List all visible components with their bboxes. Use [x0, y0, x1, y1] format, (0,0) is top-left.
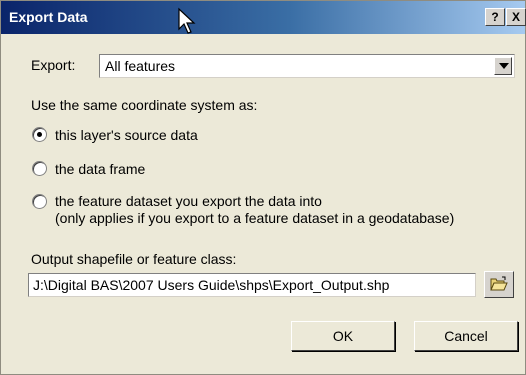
output-label: Output shapefile or feature class:	[31, 251, 237, 267]
help-button[interactable]: ?	[485, 8, 505, 26]
dropdown-arrow-button[interactable]	[494, 57, 512, 75]
cancel-label: Cancel	[444, 328, 488, 344]
radio-selected-dot	[37, 132, 42, 137]
export-data-dialog: Export Data ? X Export: All features Use…	[0, 0, 526, 375]
cancel-button[interactable]: Cancel	[414, 321, 518, 351]
coordinate-system-heading: Use the same coordinate system as:	[31, 97, 258, 113]
output-path-input[interactable]: J:\Digital BAS\2007 Users Guide\shps\Exp…	[28, 273, 476, 297]
close-button[interactable]: X	[506, 8, 526, 26]
export-dropdown[interactable]: All features	[99, 54, 515, 78]
close-label: X	[511, 10, 520, 24]
title-bar[interactable]: Export Data ? X	[1, 1, 526, 34]
option-feature-dataset-note: (only applies if you export to a feature…	[55, 210, 455, 226]
open-folder-icon	[490, 276, 508, 291]
option-feature-dataset-label: the feature dataset you export the data …	[55, 193, 322, 209]
radio-feature-dataset[interactable]	[32, 194, 47, 209]
window-title: Export Data	[9, 9, 88, 25]
ok-label: OK	[332, 328, 354, 344]
browse-button[interactable]	[484, 271, 514, 298]
option-source-data-label: this layer's source data	[55, 127, 198, 143]
radio-data-frame[interactable]	[32, 161, 47, 176]
ok-button[interactable]: OK	[291, 321, 395, 351]
option-data-frame-label: the data frame	[55, 161, 146, 177]
export-label: Export:	[31, 57, 76, 73]
mouse-pointer-icon	[178, 7, 196, 34]
output-path-value: J:\Digital BAS\2007 Users Guide\shps\Exp…	[33, 277, 390, 293]
help-label: ?	[491, 10, 499, 24]
chevron-down-icon	[499, 63, 509, 69]
export-selected-value: All features	[105, 58, 176, 74]
radio-source-data[interactable]	[32, 127, 47, 142]
